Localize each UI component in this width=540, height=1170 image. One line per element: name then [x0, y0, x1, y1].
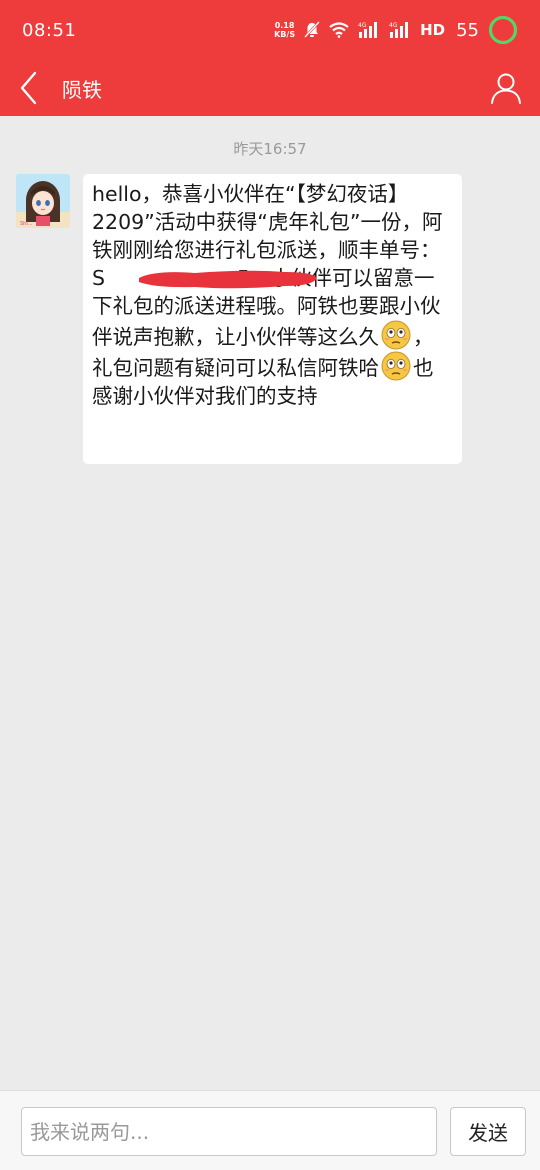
net-speed-unit: KB/S	[274, 30, 296, 39]
message-text: hello，恭喜小伙伴在“【梦幻夜话】2209”活动中获得“虎年礼包”一份，阿铁…	[92, 180, 452, 410]
conversation-title: 陨铁	[62, 77, 102, 102]
svg-text:4G: 4G	[389, 22, 398, 29]
send-button[interactable]: 发送	[450, 1107, 526, 1156]
hd-icon: HD	[420, 21, 446, 39]
message-input[interactable]	[21, 1107, 437, 1156]
mute-bell-icon	[304, 21, 320, 38]
net-speed-value: 0.18	[274, 21, 295, 30]
sender-avatar[interactable]: Shi...	[16, 174, 70, 228]
chevron-left-icon	[20, 71, 37, 105]
back-button[interactable]	[0, 60, 58, 116]
battery-level: 55	[456, 19, 479, 41]
status-icons: 0.18 KB/S 4G 4G HD 55	[274, 15, 518, 45]
chat-area[interactable]: 昨天16:57 Shi... hello，恭喜小伙伴在“【梦幻夜话】2209”活…	[0, 116, 540, 1090]
battery-ring-icon	[489, 16, 517, 44]
person-icon	[491, 73, 521, 104]
wifi-icon	[329, 22, 349, 38]
app-header: 08:51 0.18 KB/S 4G 4G HD 55 陨铁	[0, 0, 540, 116]
profile-button[interactable]	[476, 60, 536, 116]
4g-signal-icon: 4G	[358, 22, 378, 38]
status-time: 08:51	[22, 19, 77, 41]
flushed-face-emoji	[381, 320, 411, 350]
message-timestamp: 昨天16:57	[233, 140, 307, 158]
tracking-number-tail: 5	[237, 266, 251, 290]
message-bubble[interactable]: hello，恭喜小伙伴在“【梦幻夜话】2209”活动中获得“虎年礼包”一份，阿铁…	[83, 174, 462, 464]
nav-bar: 陨铁	[0, 60, 540, 116]
composer-bar: 发送	[0, 1090, 540, 1170]
svg-text:4G: 4G	[358, 22, 367, 29]
4g-signal-icon: 4G	[389, 22, 409, 38]
svg-text:Shi...: Shi...	[20, 221, 33, 227]
anime-girl-avatar: Shi...	[16, 174, 70, 228]
status-bar: 08:51 0.18 KB/S 4G 4G HD 55	[0, 0, 540, 60]
net-speed-indicator: 0.18 KB/S	[274, 21, 295, 39]
flushed-face-emoji	[381, 351, 411, 381]
